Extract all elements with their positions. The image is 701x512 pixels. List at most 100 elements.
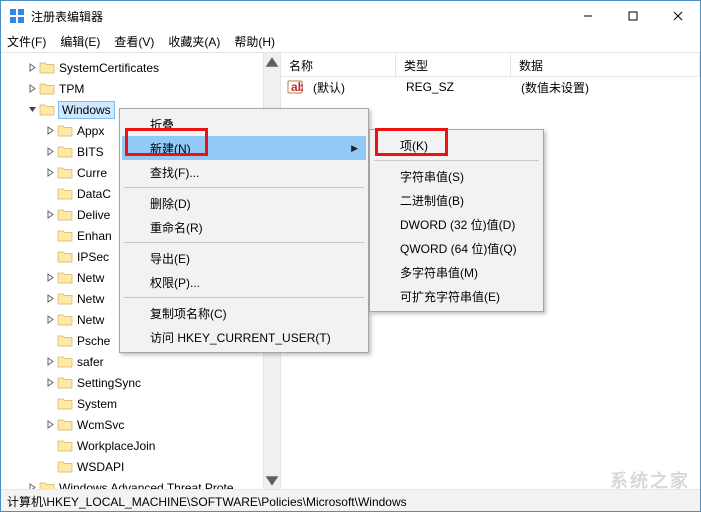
- folder-icon: [57, 313, 73, 327]
- svg-text:ab: ab: [291, 80, 303, 94]
- ctx-sub-item[interactable]: 字符串值(S): [372, 164, 541, 188]
- tree-expander-icon[interactable]: [25, 61, 39, 75]
- tree-expander-icon[interactable]: [43, 376, 57, 390]
- folder-icon: [57, 418, 73, 432]
- col-header-name[interactable]: 名称: [281, 53, 396, 76]
- tree-item[interactable]: System: [1, 393, 280, 414]
- tree-expander-icon[interactable]: [43, 313, 57, 327]
- tree-item[interactable]: SettingSync: [1, 372, 280, 393]
- ctx-main-item[interactable]: 复制项名称(C): [122, 301, 366, 325]
- tree-expander-none: [43, 229, 57, 243]
- ctx-main-item[interactable]: 折叠: [122, 112, 366, 136]
- tree-item-label: Netw: [77, 292, 104, 306]
- tree-expander-icon[interactable]: [43, 355, 57, 369]
- tree-item[interactable]: SystemCertificates: [1, 57, 280, 78]
- list-header: 名称 类型 数据: [281, 53, 700, 77]
- tree-item-label: Netw: [77, 313, 104, 327]
- tree-item[interactable]: WcmSvc: [1, 414, 280, 435]
- tree-item[interactable]: Windows Advanced Threat Prote: [1, 477, 280, 489]
- tree-item[interactable]: safer: [1, 351, 280, 372]
- tree-item-label: Enhan: [77, 229, 112, 243]
- folder-icon: [57, 208, 73, 222]
- col-header-type[interactable]: 类型: [396, 53, 511, 76]
- ctx-main-item[interactable]: 删除(D): [122, 191, 366, 215]
- close-button[interactable]: [655, 1, 700, 31]
- folder-icon: [57, 250, 73, 264]
- tree-expander-icon[interactable]: [43, 145, 57, 159]
- tree-item[interactable]: WorkplaceJoin: [1, 435, 280, 456]
- menu-help[interactable]: 帮助(H): [234, 33, 275, 50]
- tree-item-label: BITS: [77, 145, 104, 159]
- tree-item-label: Appx: [77, 124, 104, 138]
- tree-expander-icon[interactable]: [25, 82, 39, 96]
- tree-expander-icon[interactable]: [25, 481, 39, 490]
- folder-icon: [57, 124, 73, 138]
- cell-data: (数值未设置): [513, 79, 597, 96]
- tree-item-label: Netw: [77, 271, 104, 285]
- tree-item[interactable]: WSDAPI: [1, 456, 280, 477]
- folder-icon: [57, 271, 73, 285]
- string-value-icon: ab: [287, 79, 303, 95]
- folder-icon: [57, 397, 73, 411]
- folder-icon: [39, 481, 55, 490]
- ctx-main-item[interactable]: 重命名(R): [122, 215, 366, 239]
- menu-file[interactable]: 文件(F): [7, 33, 46, 50]
- folder-icon: [57, 166, 73, 180]
- list-row[interactable]: ab (默认) REG_SZ (数值未设置): [281, 77, 700, 97]
- folder-icon: [57, 376, 73, 390]
- tree-item[interactable]: TPM: [1, 78, 280, 99]
- tree-expander-icon[interactable]: [43, 292, 57, 306]
- tree-expander-icon[interactable]: [43, 124, 57, 138]
- tree-item-label: DataC: [77, 187, 111, 201]
- tree-item-label: WcmSvc: [77, 418, 124, 432]
- tree-expander-icon[interactable]: [43, 208, 57, 222]
- titlebar: 注册表编辑器: [1, 1, 700, 31]
- folder-icon: [57, 439, 73, 453]
- menu-view[interactable]: 查看(V): [114, 33, 154, 50]
- context-menu-separator: [124, 187, 364, 188]
- col-header-data[interactable]: 数据: [511, 53, 700, 76]
- ctx-main-item[interactable]: 权限(P)...: [122, 270, 366, 294]
- tree-item-label: Psche: [77, 334, 110, 348]
- ctx-sub-item[interactable]: 多字符串值(M): [372, 260, 541, 284]
- folder-icon: [39, 61, 55, 75]
- ctx-sub-item[interactable]: QWORD (64 位)值(Q): [372, 236, 541, 260]
- ctx-main-item[interactable]: 访问 HKEY_CURRENT_USER(T): [122, 325, 366, 349]
- context-menu-separator: [124, 297, 364, 298]
- minimize-button[interactable]: [565, 1, 610, 31]
- ctx-main-item[interactable]: 导出(E): [122, 246, 366, 270]
- folder-icon: [57, 460, 73, 474]
- tree-item-label: TPM: [59, 82, 84, 96]
- tree-expander-icon[interactable]: [43, 166, 57, 180]
- window: 注册表编辑器 文件(F) 编辑(E) 查看(V) 收藏夹(A) 帮助(H) Sy…: [0, 0, 701, 512]
- tree-expander-none: [43, 334, 57, 348]
- ctx-sub-item[interactable]: 项(K): [372, 133, 541, 157]
- tree-item-label: System: [77, 397, 117, 411]
- folder-icon: [57, 229, 73, 243]
- folder-icon: [57, 145, 73, 159]
- ctx-sub-item[interactable]: DWORD (32 位)值(D): [372, 212, 541, 236]
- folder-icon: [57, 334, 73, 348]
- tree-item-label: IPSec: [77, 250, 109, 264]
- context-menu-separator: [124, 242, 364, 243]
- tree-expander-icon[interactable]: [25, 103, 39, 117]
- menu-fav[interactable]: 收藏夹(A): [168, 33, 220, 50]
- ctx-main-item[interactable]: 新建(N): [122, 136, 366, 160]
- ctx-main-item[interactable]: 查找(F)...: [122, 160, 366, 184]
- cell-type: REG_SZ: [398, 80, 513, 94]
- folder-icon: [57, 187, 73, 201]
- ctx-sub-item[interactable]: 二进制值(B): [372, 188, 541, 212]
- folder-icon: [39, 82, 55, 96]
- scroll-down-button[interactable]: [264, 472, 280, 489]
- tree-expander-icon[interactable]: [43, 418, 57, 432]
- ctx-sub-item[interactable]: 可扩充字符串值(E): [372, 284, 541, 308]
- cell-name: (默认): [305, 79, 398, 96]
- tree-item-label: SettingSync: [77, 376, 141, 390]
- scroll-up-button[interactable]: [264, 53, 280, 70]
- maximize-button[interactable]: [610, 1, 655, 31]
- tree-item-label: Windows: [59, 102, 114, 118]
- tree-expander-icon[interactable]: [43, 271, 57, 285]
- tree-item-label: Windows Advanced Threat Prote: [59, 481, 234, 490]
- menu-edit[interactable]: 编辑(E): [60, 33, 100, 50]
- folder-icon: [57, 292, 73, 306]
